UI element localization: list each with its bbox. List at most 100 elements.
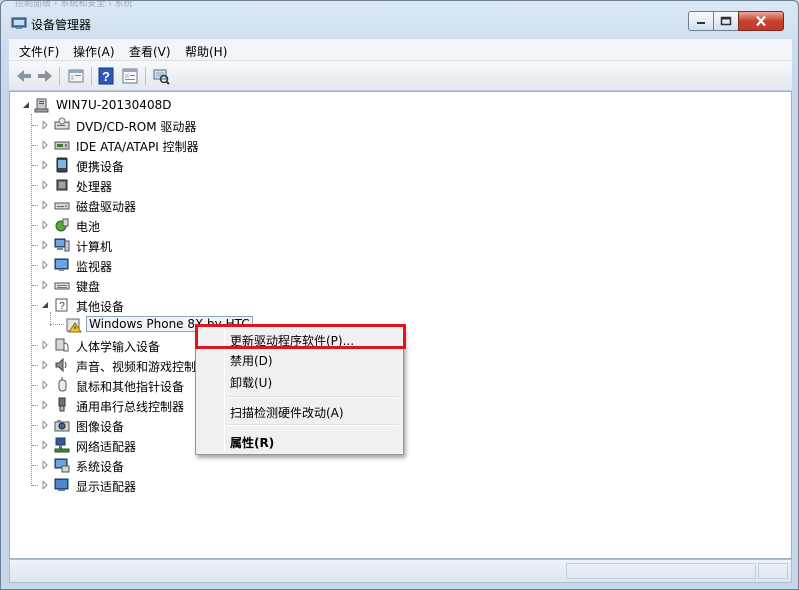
properties-icon[interactable] xyxy=(67,67,85,85)
tree-connector-line xyxy=(32,385,38,386)
expand-arrow-icon[interactable] xyxy=(41,441,49,449)
battery-icon xyxy=(55,218,69,232)
tree-category-node[interactable]: ? 其他设备 xyxy=(32,296,356,314)
svg-text:?: ? xyxy=(102,69,110,84)
minimize-button[interactable] xyxy=(688,11,714,31)
display-adapter-icon xyxy=(54,478,69,491)
tree-connector-line xyxy=(31,114,32,486)
tree-category-node[interactable]: 磁盘驱动器 xyxy=(32,196,356,214)
other-devices-icon: ? xyxy=(55,298,68,312)
expand-arrow-icon[interactable] xyxy=(41,181,49,189)
collapse-arrow-icon[interactable] xyxy=(41,301,49,309)
tree-node-label: 通用串行总线控制器 xyxy=(76,400,185,414)
properties-sheet-icon[interactable] xyxy=(121,67,139,85)
close-icon xyxy=(756,15,766,27)
tree-node-label: 网络适配器 xyxy=(76,440,137,454)
disable-menu-item[interactable]: 禁用(D) xyxy=(199,348,400,370)
maximize-icon xyxy=(720,16,732,26)
expand-arrow-icon[interactable] xyxy=(41,481,49,489)
tree-category-node[interactable]: 计算机 xyxy=(32,236,356,254)
menu-separator xyxy=(227,424,399,426)
tree-category-node[interactable]: 显示适配器 xyxy=(32,476,356,494)
expand-arrow-icon[interactable] xyxy=(41,221,49,229)
hid-icon xyxy=(55,338,69,352)
help-icon[interactable]: ? xyxy=(97,67,115,85)
imaging-icon xyxy=(54,420,70,432)
title-bar[interactable]: 设备管理器 xyxy=(1,5,798,37)
menu-help[interactable]: 帮助(H) xyxy=(185,43,227,60)
tree-connector-line xyxy=(32,125,38,126)
tree-category-node[interactable]: 电池 xyxy=(32,216,356,234)
tree-node-label: 磁盘驱动器 xyxy=(76,200,137,214)
tree-node-label: 人体学输入设备 xyxy=(76,340,161,354)
svg-text:?: ? xyxy=(59,301,65,312)
processor-icon xyxy=(56,179,68,191)
maximize-button[interactable] xyxy=(713,11,739,31)
expand-arrow-icon[interactable] xyxy=(41,241,49,249)
expand-arrow-icon[interactable] xyxy=(41,361,49,369)
collapse-arrow-icon[interactable] xyxy=(22,101,30,109)
tree-connector-line xyxy=(32,485,38,486)
sound-icon xyxy=(55,357,67,373)
tree-category-node[interactable]: 系统设备 xyxy=(32,456,356,474)
uninstall-menu-item[interactable]: 卸载(U) xyxy=(199,370,400,392)
tree-connector-line xyxy=(32,185,38,186)
toolbar-separator xyxy=(91,67,92,85)
tree-node-label: 便携设备 xyxy=(76,160,125,174)
tree-category-node[interactable]: 监视器 xyxy=(32,256,356,274)
tree-node-label: 处理器 xyxy=(76,180,113,194)
tree-category-node[interactable]: 键盘 xyxy=(32,276,356,294)
properties-menu-item[interactable]: 属性(R) xyxy=(199,430,400,452)
expand-arrow-icon[interactable] xyxy=(41,121,49,129)
tree-connector-line xyxy=(32,265,38,266)
expand-arrow-icon[interactable] xyxy=(41,341,49,349)
forward-arrow-icon[interactable] xyxy=(36,67,54,85)
menu-bar: 文件(F) 操作(A) 查看(V) 帮助(H) xyxy=(9,39,792,61)
menu-item-label: 属性(R) xyxy=(230,436,275,450)
menu-action[interactable]: 操作(A) xyxy=(73,43,115,60)
expand-arrow-icon[interactable] xyxy=(41,461,49,469)
tree-node-label: 键盘 xyxy=(76,280,101,294)
close-button[interactable] xyxy=(738,11,784,31)
tree-node-label: DVD/CD-ROM 驱动器 xyxy=(76,120,197,134)
expand-arrow-icon[interactable] xyxy=(41,381,49,389)
tree-category-node[interactable]: 便携设备 xyxy=(32,156,356,174)
tree-node-label: IDE ATA/ATAPI 控制器 xyxy=(76,140,199,154)
tree-connector-line xyxy=(32,345,38,346)
tree-connector-line xyxy=(32,285,38,286)
tree-node-label: 鼠标和其他指针设备 xyxy=(76,380,185,394)
menu-item-label: 卸载(U) xyxy=(230,376,273,390)
window-title: 设备管理器 xyxy=(31,18,92,32)
status-bar xyxy=(9,559,792,583)
tree-connector-line xyxy=(32,405,38,406)
toolbar-separator xyxy=(59,67,60,85)
tree-category-node[interactable]: DVD/CD-ROM 驱动器 xyxy=(32,116,356,134)
expand-arrow-icon[interactable] xyxy=(41,201,49,209)
tree-connector-line xyxy=(32,445,38,446)
menu-separator xyxy=(227,396,399,398)
computer-icon xyxy=(54,238,70,252)
tree-category-node[interactable]: IDE ATA/ATAPI 控制器 xyxy=(32,136,356,154)
menu-file[interactable]: 文件(F) xyxy=(19,43,59,60)
tree-node-label: 图像设备 xyxy=(76,420,125,434)
device-manager-window: 控制面板 › 系统和安全 › 系统 设备管理器 文件(F) 操作(A) 查看(V… xyxy=(0,0,799,590)
tree-connector-line xyxy=(32,145,38,146)
expand-arrow-icon[interactable] xyxy=(41,141,49,149)
menu-item-label: 禁用(D) xyxy=(230,354,273,368)
tree-connector-line xyxy=(32,305,38,306)
expand-arrow-icon[interactable] xyxy=(41,161,49,169)
usb-icon xyxy=(58,397,66,412)
back-arrow-icon[interactable] xyxy=(15,67,33,85)
tree-root-node[interactable]: WIN7U-20130408D xyxy=(18,96,218,114)
expand-arrow-icon[interactable] xyxy=(41,401,49,409)
scan-hardware-icon[interactable] xyxy=(152,67,170,85)
expand-arrow-icon[interactable] xyxy=(41,261,49,269)
expand-arrow-icon[interactable] xyxy=(41,421,49,429)
tree-connector-line xyxy=(32,365,38,366)
menu-view[interactable]: 查看(V) xyxy=(129,43,171,60)
tree-category-node[interactable]: 处理器 xyxy=(32,176,356,194)
scan-hardware-menu-item[interactable]: 扫描检测硬件改动(A) xyxy=(199,400,400,422)
expand-arrow-icon[interactable] xyxy=(41,281,49,289)
mouse-icon xyxy=(58,377,67,392)
toolbar: ? xyxy=(9,61,792,91)
